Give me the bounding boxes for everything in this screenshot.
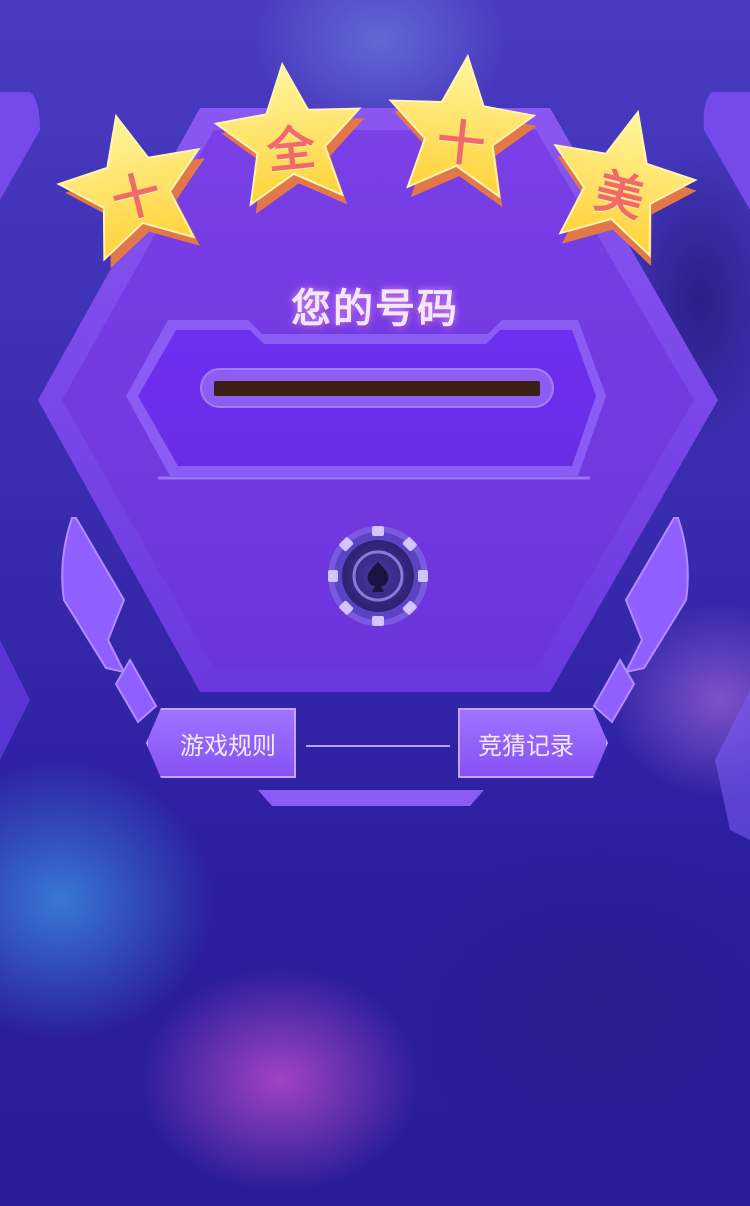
bet-records-button[interactable]: 竞猜记录 <box>458 708 608 778</box>
star-char-3: 十 <box>434 113 488 175</box>
number-bar <box>200 368 554 408</box>
number-value <box>214 381 540 396</box>
bet-records-label: 竞猜记录 <box>478 731 574 760</box>
left-bracket-decor <box>61 517 126 674</box>
left-edge-decor <box>0 92 40 200</box>
panel-title: 您的号码 <box>291 286 459 332</box>
poker-chip-spade-icon <box>328 526 428 626</box>
bottom-tab-decor <box>258 790 484 806</box>
game-rules-button[interactable]: 游戏规则 <box>146 708 296 778</box>
star-char-2: 全 <box>264 119 318 181</box>
right-edge-decor <box>703 92 750 210</box>
game-rules-label: 游戏规则 <box>180 731 276 760</box>
